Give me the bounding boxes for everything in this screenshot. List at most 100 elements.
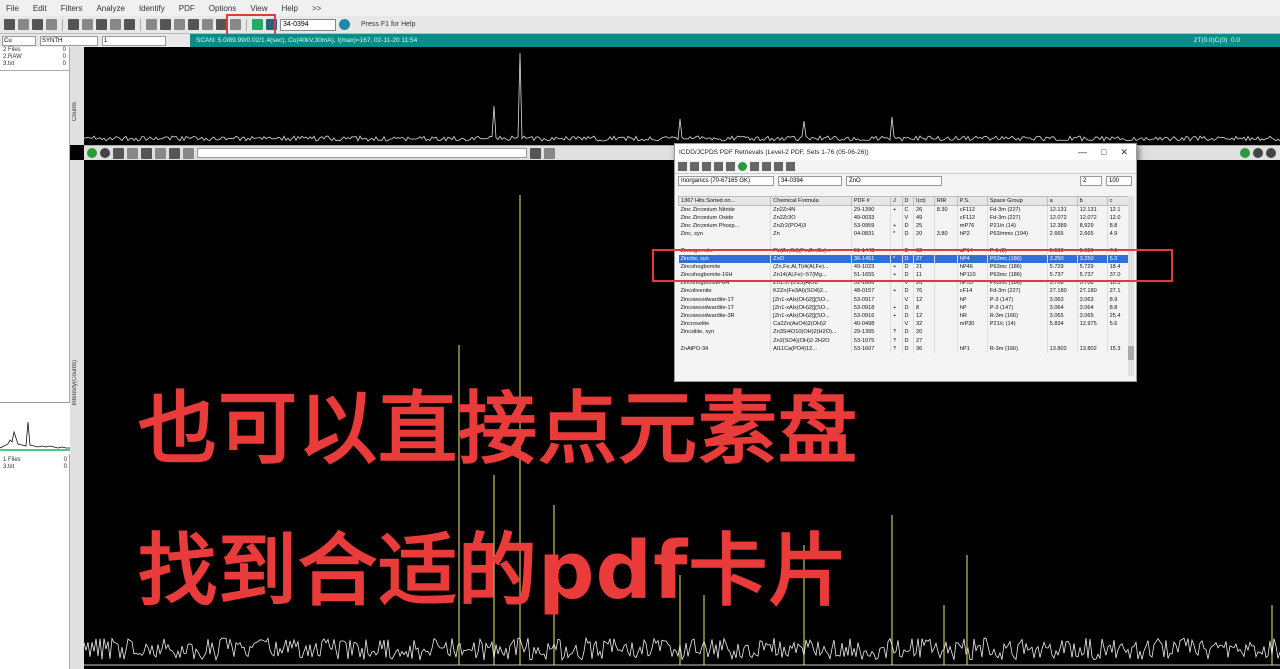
subfile-select[interactable]: Inorganics (70-67165 GK) (678, 176, 774, 186)
options-icon[interactable] (1253, 148, 1263, 158)
scrollbar-thumb[interactable] (1128, 346, 1134, 360)
menu-item[interactable]: Edit (33, 4, 47, 13)
maximize-icon[interactable]: □ (1101, 147, 1106, 158)
column-header[interactable]: PDF # (850, 196, 892, 206)
max-input[interactable]: 100 (1106, 176, 1132, 186)
copy-icon[interactable] (82, 19, 93, 30)
min-input[interactable]: 2 (1080, 176, 1102, 186)
minimize-icon[interactable]: — (1078, 147, 1087, 158)
column-header[interactable]: Chemical Formula (770, 196, 852, 206)
table-row[interactable]: Zinc Zirconium Nitride Zn2Zr4N 29-1390 + C 26… (678, 205, 1134, 214)
table-row[interactable] (678, 238, 1134, 247)
column-header[interactable]: I(ct) (913, 196, 935, 206)
retrieve-icon[interactable] (339, 19, 350, 30)
print-icon[interactable] (714, 162, 723, 171)
apply-icon[interactable] (1240, 148, 1250, 158)
menu-item[interactable]: View (250, 4, 267, 13)
column-header[interactable]: Space Group (986, 196, 1048, 206)
column-header[interactable]: 1367 Hits Sorted on... (677, 196, 772, 206)
refresh-icon[interactable] (87, 148, 97, 158)
menu-item[interactable]: Analyze (96, 4, 124, 13)
menu-item[interactable]: >> (312, 4, 321, 13)
menu-item[interactable]: Help (282, 4, 298, 13)
table-row[interactable]: Zinc Zirconium Phosp... ZnZr2(PO4)3 53-095… (678, 221, 1134, 231)
zoom-icon[interactable] (46, 19, 57, 30)
menu-item[interactable]: PDF (179, 4, 195, 13)
marker-icon[interactable] (183, 147, 194, 159)
file-list-item[interactable]: 1 Files 0 (0, 457, 70, 464)
pattern-thumbnail[interactable] (0, 402, 70, 454)
pattern-overview-plot[interactable] (84, 47, 1280, 145)
list-icon[interactable] (110, 19, 121, 30)
copy-icon[interactable] (726, 162, 735, 171)
column-header[interactable]: P.S. (956, 196, 988, 206)
move-icon[interactable] (188, 19, 199, 30)
cancel-icon[interactable] (678, 162, 687, 171)
table-header-row: 1367 Hits Sorted on... Chemical Formula PD… (677, 196, 1134, 206)
mode-select[interactable]: SYNTH (40, 35, 98, 46)
file-list-item[interactable]: 2.RAW 0 (0, 54, 69, 61)
split-icon[interactable] (160, 19, 171, 30)
magnify-icon[interactable] (544, 147, 555, 159)
table-row[interactable]: Zincolivenite K2Zn(Fe3Al)(SO4)2... 48-0157… (678, 287, 1134, 296)
table-row[interactable]: Zn2(SO4)(OH)2·2H2O 53-1075? D 27 (678, 336, 1134, 345)
table-cell: + (890, 287, 903, 296)
stop-icon[interactable] (100, 148, 110, 158)
chart-icon[interactable] (690, 162, 699, 171)
column-header[interactable]: D (901, 196, 915, 206)
print-icon[interactable] (68, 19, 79, 30)
element-select[interactable]: Cu (2, 35, 36, 46)
table-row[interactable]: Zincowoodwardite-3R [Zn1-xAlx(OH)2][(SO..… (678, 311, 1134, 321)
overlay-icon[interactable] (202, 19, 213, 30)
range-icon[interactable] (169, 147, 180, 159)
column-header[interactable]: J (890, 196, 903, 206)
arrow-icon[interactable] (18, 19, 29, 30)
table-row[interactable]: Zincowoodwardite-1T [Zn1-xAlx(OH)2][(SO..… (678, 295, 1134, 304)
save-icon[interactable] (4, 19, 15, 30)
sort-icon[interactable] (774, 162, 783, 171)
table-cell: D (902, 230, 915, 239)
close-plot-icon[interactable] (1266, 148, 1276, 158)
pdf-number-input[interactable]: 34-0394 (778, 176, 842, 186)
peaks-icon[interactable] (702, 162, 711, 171)
formula-input[interactable]: ZnO (846, 176, 942, 186)
table-row[interactable]: Zincowoodwardite-1T [Zn1-xAlx(OH)2][(SO..… (678, 303, 1134, 312)
column-header[interactable]: b (1076, 196, 1108, 206)
menu-item[interactable]: Filters (61, 4, 83, 13)
table-row[interactable]: Zinc, syn Zn 04-0831 * D 20 3.80 hP2 P63/mmc (19… (678, 230, 1134, 239)
menu-item[interactable]: File (6, 4, 19, 13)
table-row[interactable]: Zincroselite Ca2Zn(AsO4)2(OH)2 40-0498 V 32 m… (678, 320, 1134, 329)
grid-icon[interactable] (124, 19, 135, 30)
close-icon[interactable]: ✕ (1120, 147, 1128, 158)
column-header[interactable]: a (1046, 196, 1078, 206)
pan-icon[interactable] (141, 147, 152, 159)
table-cell: 04-0831 (851, 230, 892, 239)
peak-icon[interactable] (146, 19, 157, 30)
table-scrollbar[interactable] (1128, 196, 1134, 376)
file-list-item[interactable]: 3.txt 0 (0, 464, 70, 471)
table-row[interactable]: Zinc Zirconium Oxide Zn2Zr3O 49-0033 V 49 cF1… (678, 213, 1134, 222)
zoom-out-icon[interactable] (127, 147, 138, 159)
retrieve-icon[interactable] (738, 162, 747, 171)
zoom-in-icon[interactable] (113, 147, 124, 159)
file-list-item[interactable]: 3.txt 0 (0, 61, 69, 68)
status-hint: Press F1 for Help (361, 21, 416, 28)
plot-command-field[interactable] (197, 148, 527, 158)
menu-item[interactable]: Options (209, 4, 237, 13)
menu-item[interactable]: Identify (139, 4, 165, 13)
column-header[interactable]: RIR (933, 196, 958, 206)
table-row[interactable]: Zincsilite, syn Zn3Si4O10(OH)2(H2O)... 29-… (678, 328, 1134, 337)
file-list-item[interactable]: 2 Files 0 (0, 47, 69, 54)
filter-icon[interactable] (762, 162, 771, 171)
scale-icon[interactable] (155, 147, 166, 159)
cursor-icon[interactable] (530, 147, 541, 159)
table-row[interactable]: ZnAlPO-34 Al11Ca(PO4)12... 53-1607? D 36 hP1 R… (678, 344, 1134, 353)
table-cell: 3.064 (1077, 303, 1108, 312)
periodic-table-icon[interactable] (750, 162, 759, 171)
fit-icon[interactable] (174, 19, 185, 30)
chart-icon[interactable] (96, 19, 107, 30)
pdf-number-field[interactable]: 34-0394 (280, 18, 336, 31)
stack-icon[interactable] (32, 19, 43, 30)
export-icon[interactable] (786, 162, 795, 171)
count-field[interactable]: 1 (102, 35, 166, 46)
